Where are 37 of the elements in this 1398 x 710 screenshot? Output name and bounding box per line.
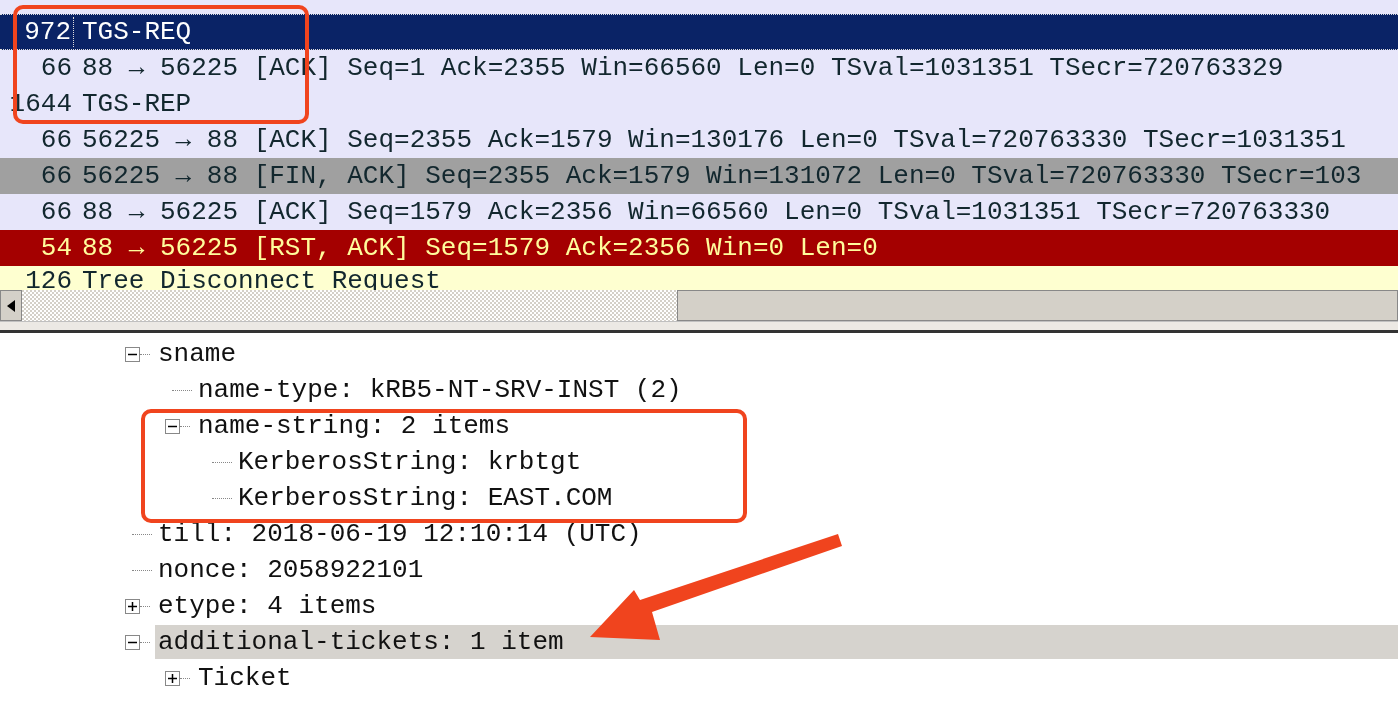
collapse-icon[interactable] [165, 418, 180, 434]
length-cell-text: 66 [39, 125, 73, 155]
scroll-left-button[interactable] [0, 290, 22, 321]
scrollbar-thumb[interactable] [677, 290, 1398, 321]
tree-item-label[interactable]: Ticket [195, 661, 295, 695]
expand-icon[interactable] [125, 598, 140, 614]
info-cell-text: TGS-REP [81, 89, 192, 119]
pane-splitter[interactable] [0, 322, 1398, 333]
packet-row[interactable]: 972 TGS-REQ [0, 14, 1398, 50]
info-cell-text: 88 → 56225 [RST, ACK] Seq=1579 Ack=2356 Win=0 Len=0 [81, 233, 878, 263]
tree-item-label[interactable]: etype: 4 items [155, 589, 380, 623]
packet-row[interactable]: 66 88 → 56225 [ACK] Seq=1579 Ack=2356 Win=66560 Len=0 TSval=1031351 TSecr=720763330 [0, 194, 1398, 230]
info-cell-text: TGS-REQ [81, 17, 192, 47]
tree-item-label[interactable]: KerberosString: EAST.COM [235, 481, 616, 515]
info-cell-text: 56225 → 88 [FIN, ACK] Seq=2355 Ack=1579 Win=131072 Len=0 TSval=720763330 TSecr=103 [81, 161, 1362, 191]
info-cell-text: 88 → 56225 [ACK] Seq=1579 Ack=2356 Win=66560 Len=0 TSval=1031351 TSecr=720763330 [81, 197, 1331, 227]
tree-item-label[interactable]: name-string: 2 items [195, 409, 514, 443]
horizontal-scrollbar[interactable] [0, 290, 1398, 322]
expand-icon[interactable] [165, 670, 180, 686]
left-triangle-icon [7, 299, 15, 312]
length-cell: 972 [0, 17, 74, 47]
tree-item-label[interactable]: nonce: 2058922101 [155, 553, 427, 587]
length-cell-text: 66 [39, 161, 73, 191]
length-cell-text: 66 [39, 197, 73, 227]
collapse-icon[interactable] [125, 634, 140, 650]
packet-row[interactable]: 66 56225 → 88 [FIN, ACK] Seq=2355 Ack=1579 Win=131072 Len=0 TSval=720763330 TSecr=103 [0, 158, 1398, 194]
tree-item-label[interactable]: name-type: kRB5-NT-SRV-INST (2) [195, 373, 685, 407]
packet-row[interactable]: 126 Tree Disconnect Request [0, 266, 1398, 290]
tree-item-label[interactable]: additional-tickets: 1 item [155, 625, 1398, 659]
tree-item-label[interactable]: KerberosString: krbtgt [235, 445, 585, 479]
info-cell-text: 56225 → 88 [ACK] Seq=2355 Ack=1579 Win=130176 Len=0 TSval=720763330 TSecr=1031351 [81, 125, 1346, 155]
collapse-icon[interactable] [125, 346, 140, 362]
packet-row[interactable]: 54 88 → 56225 [RST, ACK] Seq=1579 Ack=2356 Win=0 Len=0 [0, 230, 1398, 266]
length-cell-text: 66 [39, 53, 73, 83]
length-cell-text: 54 [39, 233, 73, 263]
tree-item-label[interactable]: sname [155, 337, 239, 371]
packet-row[interactable]: 66 56225 → 88 [ACK] Seq=2355 Ack=1579 Win=130176 Len=0 TSval=720763330 TSecr=1031351 [0, 122, 1398, 158]
